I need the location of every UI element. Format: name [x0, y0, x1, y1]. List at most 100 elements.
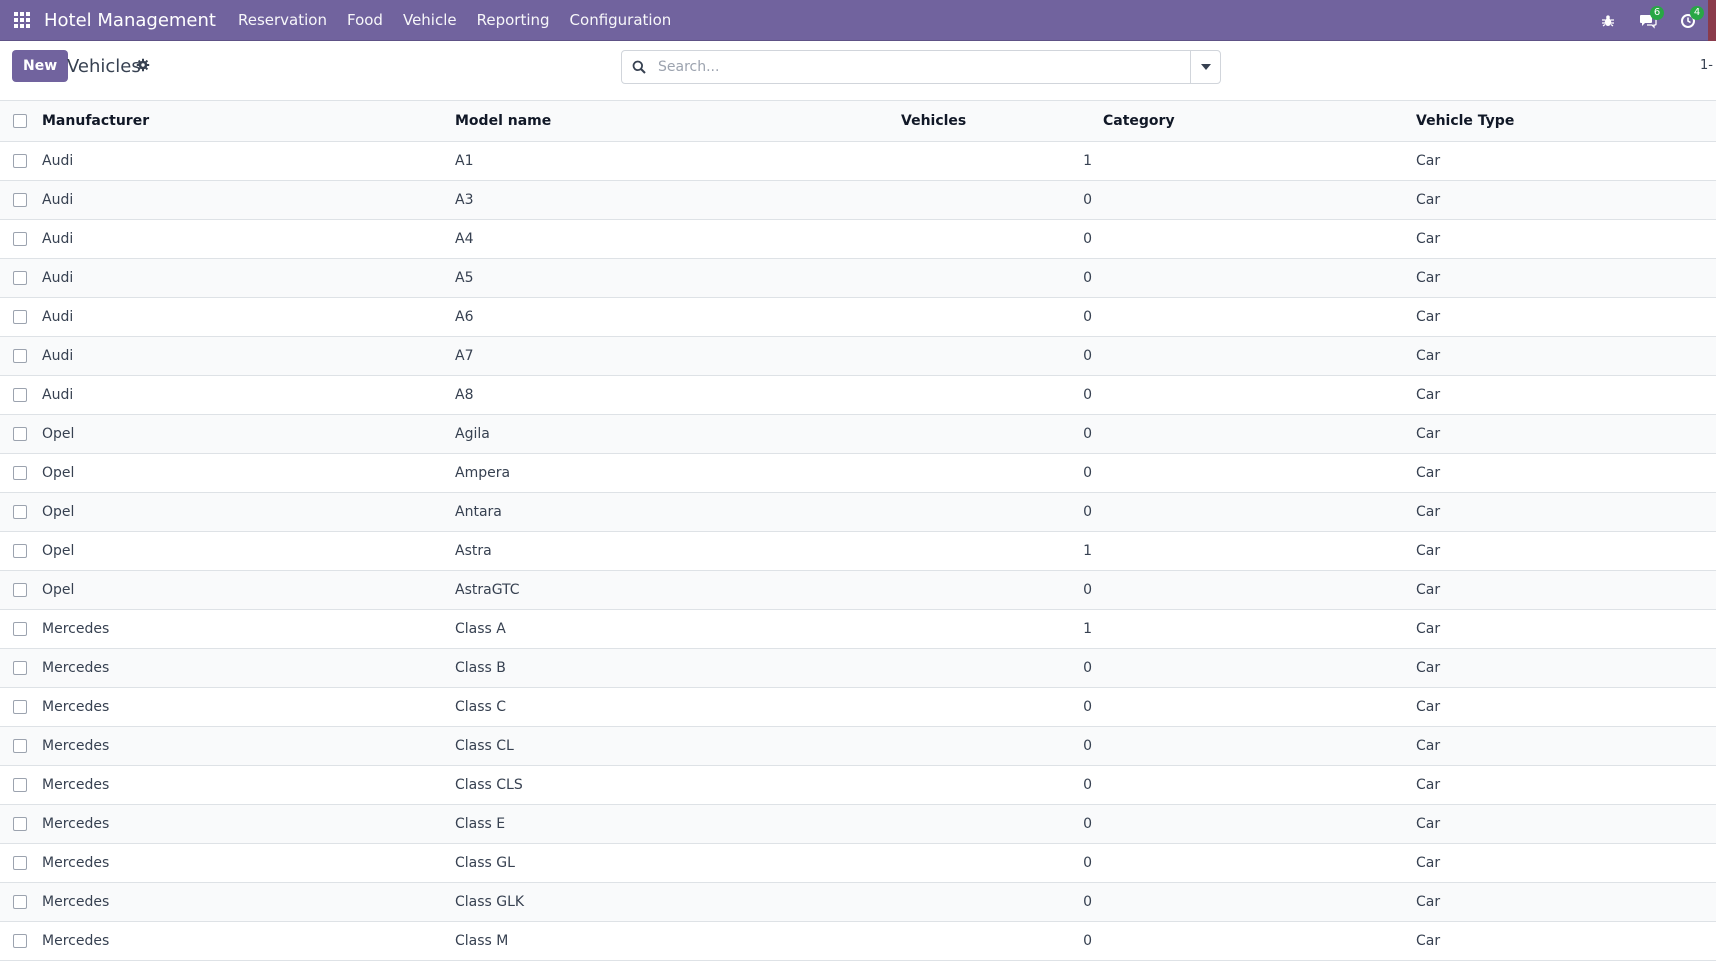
- row-checkbox[interactable]: [13, 933, 27, 948]
- menu-reservation[interactable]: Reservation: [228, 0, 337, 41]
- row-select-cell: [0, 570, 38, 610]
- table-row[interactable]: Opel Agila 0 Car: [0, 414, 1716, 454]
- menu-configuration[interactable]: Configuration: [560, 0, 682, 41]
- cell-category: [1103, 648, 1412, 688]
- row-checkbox[interactable]: [13, 855, 27, 870]
- column-header-category[interactable]: Category: [1103, 101, 1412, 142]
- table-row[interactable]: Audi A5 0 Car: [0, 258, 1716, 298]
- row-checkbox[interactable]: [13, 582, 27, 597]
- row-checkbox[interactable]: [13, 192, 27, 207]
- cell-model-name: A7: [451, 336, 901, 376]
- vehicles-list-table: Manufacturer Model name Vehicles Categor…: [0, 101, 1716, 961]
- menu-reporting[interactable]: Reporting: [467, 0, 560, 41]
- search-options-dropdown-icon[interactable]: [1190, 51, 1220, 83]
- table-row[interactable]: Mercedes Class C 0 Car: [0, 687, 1716, 727]
- select-all-checkbox[interactable]: [13, 113, 27, 128]
- row-select-cell: [0, 375, 38, 415]
- table-row[interactable]: Audi A8 0 Car: [0, 375, 1716, 415]
- cell-vehicle-type: Car: [1412, 141, 1716, 181]
- menu-vehicle[interactable]: Vehicle: [393, 0, 467, 41]
- pager-value[interactable]: 1-: [1700, 58, 1713, 73]
- column-header-vehicles[interactable]: Vehicles: [901, 101, 1103, 142]
- column-header-manufacturer[interactable]: Manufacturer: [38, 101, 451, 142]
- new-button[interactable]: New: [12, 50, 69, 82]
- row-checkbox[interactable]: [13, 621, 27, 636]
- cell-manufacturer: Opel: [38, 492, 451, 532]
- row-checkbox[interactable]: [13, 426, 27, 441]
- column-header-model-name[interactable]: Model name: [451, 101, 901, 142]
- messages-chat-icon[interactable]: 6: [1628, 0, 1668, 41]
- cell-category: [1103, 492, 1412, 532]
- row-checkbox[interactable]: [13, 348, 27, 363]
- menu-food[interactable]: Food: [337, 0, 393, 41]
- row-checkbox[interactable]: [13, 777, 27, 792]
- row-select-cell: [0, 336, 38, 376]
- row-checkbox[interactable]: [13, 231, 27, 246]
- table-row[interactable]: Mercedes Class A 1 Car: [0, 609, 1716, 649]
- table-row[interactable]: Mercedes Class M 0 Car: [0, 921, 1716, 961]
- column-header-vehicle-type[interactable]: Vehicle Type: [1412, 101, 1716, 142]
- table-header-row: Manufacturer Model name Vehicles Categor…: [0, 101, 1716, 142]
- cell-vehicle-type: Car: [1412, 219, 1716, 259]
- cell-model-name: Antara: [451, 492, 901, 532]
- cell-model-name: Class CLS: [451, 765, 901, 805]
- cell-model-name: Class GL: [451, 843, 901, 883]
- cell-vehicles-count: 0: [901, 921, 1103, 961]
- row-checkbox[interactable]: [13, 816, 27, 831]
- cell-model-name: Class GLK: [451, 882, 901, 922]
- row-checkbox[interactable]: [13, 465, 27, 480]
- table-row[interactable]: Audi A1 1 Car: [0, 141, 1716, 181]
- cell-model-name: A5: [451, 258, 901, 298]
- activity-clock-icon[interactable]: 4: [1668, 0, 1708, 41]
- row-select-cell: [0, 219, 38, 259]
- cell-vehicles-count: 0: [901, 375, 1103, 415]
- cell-model-name: Class M: [451, 921, 901, 961]
- table-row[interactable]: Audi A4 0 Car: [0, 219, 1716, 259]
- search-input[interactable]: [656, 51, 1190, 83]
- cell-vehicle-type: Car: [1412, 297, 1716, 337]
- table-row[interactable]: Opel AstraGTC 0 Car: [0, 570, 1716, 610]
- cell-vehicles-count: 0: [901, 219, 1103, 259]
- table-row[interactable]: Mercedes Class B 0 Car: [0, 648, 1716, 688]
- table-row[interactable]: Audi A6 0 Car: [0, 297, 1716, 337]
- table-row[interactable]: Mercedes Class CL 0 Car: [0, 726, 1716, 766]
- row-checkbox[interactable]: [13, 543, 27, 558]
- cell-manufacturer: Mercedes: [38, 921, 451, 961]
- row-select-cell: [0, 453, 38, 493]
- table-row[interactable]: Mercedes Class GLK 0 Car: [0, 882, 1716, 922]
- row-checkbox[interactable]: [13, 387, 27, 402]
- table-row[interactable]: Mercedes Class GL 0 Car: [0, 843, 1716, 883]
- table-row[interactable]: Audi A7 0 Car: [0, 336, 1716, 376]
- table-row[interactable]: Opel Antara 0 Car: [0, 492, 1716, 532]
- table-row[interactable]: Opel Ampera 0 Car: [0, 453, 1716, 493]
- table-row[interactable]: Mercedes Class E 0 Car: [0, 804, 1716, 844]
- cell-manufacturer: Mercedes: [38, 882, 451, 922]
- user-avatar[interactable]: [1708, 0, 1716, 41]
- search-bar: [621, 50, 1221, 84]
- cell-category: [1103, 921, 1412, 961]
- row-checkbox[interactable]: [13, 738, 27, 753]
- cell-category: [1103, 258, 1412, 298]
- row-checkbox[interactable]: [13, 894, 27, 909]
- app-title[interactable]: Hotel Management: [44, 10, 216, 31]
- debug-bug-icon[interactable]: [1588, 0, 1628, 41]
- row-checkbox[interactable]: [13, 309, 27, 324]
- gear-icon[interactable]: [136, 58, 150, 76]
- cell-manufacturer: Mercedes: [38, 804, 451, 844]
- table-row[interactable]: Opel Astra 1 Car: [0, 531, 1716, 571]
- row-checkbox[interactable]: [13, 504, 27, 519]
- row-checkbox[interactable]: [13, 699, 27, 714]
- select-all-cell: [0, 101, 38, 142]
- row-checkbox[interactable]: [13, 153, 27, 168]
- table-row[interactable]: Mercedes Class CLS 0 Car: [0, 765, 1716, 805]
- row-checkbox[interactable]: [13, 660, 27, 675]
- cell-manufacturer: Audi: [38, 258, 451, 298]
- row-checkbox[interactable]: [13, 270, 27, 285]
- cell-vehicles-count: 0: [901, 687, 1103, 727]
- table-row[interactable]: Audi A3 0 Car: [0, 180, 1716, 220]
- app-grid-icon[interactable]: [0, 0, 44, 41]
- table-body: Audi A1 1 Car Audi A3 0 Car Audi A4 0 Car Audi A5 0 Car…: [0, 141, 1716, 961]
- cell-model-name: A1: [451, 141, 901, 181]
- activities-count-badge: 4: [1690, 6, 1704, 20]
- cell-category: [1103, 726, 1412, 766]
